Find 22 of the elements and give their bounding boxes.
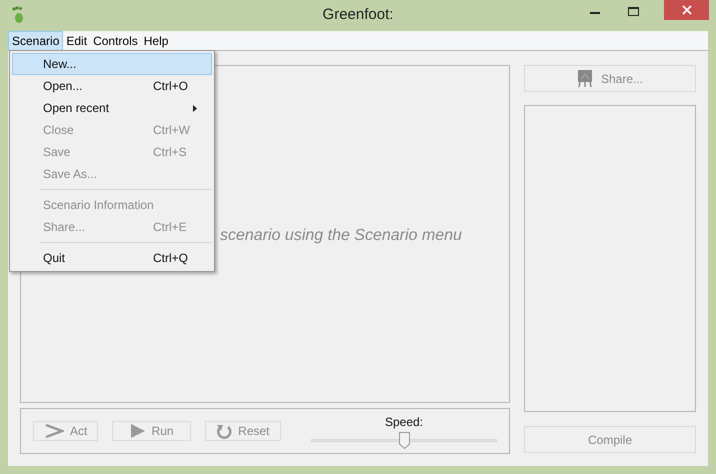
world-message: scenario using the Scenario menu bbox=[220, 226, 462, 246]
menu-bar-item[interactable]: Edit bbox=[63, 30, 90, 50]
slider-thumb[interactable] bbox=[399, 432, 410, 449]
footprint-icon bbox=[11, 6, 25, 24]
chevron-icon bbox=[44, 423, 64, 439]
menu-bar-item[interactable]: Help bbox=[140, 30, 172, 50]
reload-icon bbox=[216, 423, 232, 439]
speed-label: Speed: bbox=[384, 414, 424, 431]
close-button[interactable] bbox=[664, 0, 709, 20]
maximize-icon[interactable] bbox=[628, 7, 639, 16]
submenu-arrow-icon bbox=[193, 104, 197, 112]
window-title: Greenfoot: bbox=[322, 5, 394, 26]
menu-item[interactable]: Open recent bbox=[12, 97, 212, 119]
close-icon bbox=[682, 5, 692, 15]
easel-icon bbox=[576, 69, 593, 88]
menu-bar-item[interactable]: Scenario bbox=[8, 30, 64, 50]
play-icon bbox=[130, 423, 146, 439]
speed-slider[interactable] bbox=[311, 431, 497, 449]
menu-item[interactable]: Open... Ctrl+O bbox=[12, 75, 212, 97]
menu-item[interactable]: Quit Ctrl+Q bbox=[12, 247, 212, 269]
menu-item[interactable]: New... bbox=[12, 53, 212, 75]
menu-bar-item[interactable]: Controls bbox=[90, 30, 141, 50]
